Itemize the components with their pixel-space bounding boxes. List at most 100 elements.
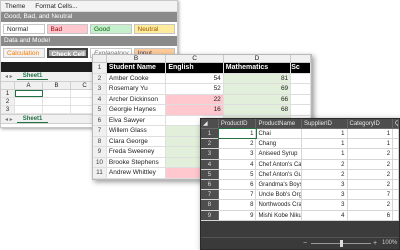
menu-format-cells[interactable]: Format Cells... [35, 3, 77, 10]
style-check-cell[interactable]: Check Cell [46, 48, 89, 58]
product-id-cell[interactable]: 4 [219, 159, 257, 169]
header-student-name[interactable]: Student Name [106, 63, 167, 73]
row-header[interactable]: 3 [201, 149, 219, 159]
product-id-cell[interactable]: 2 [219, 139, 257, 149]
student-name-cell[interactable]: Georgie Haynes [107, 105, 167, 115]
cell[interactable] [43, 106, 71, 113]
category-id-cell[interactable]: 6 [348, 210, 394, 220]
cell[interactable] [393, 200, 399, 210]
selected-cell-a1[interactable] [15, 90, 43, 97]
product-id-cell[interactable]: 3 [219, 149, 257, 159]
style-good[interactable]: Good [90, 24, 132, 34]
category-id-cell[interactable]: 2 [348, 149, 394, 159]
row-header[interactable]: 7 [93, 126, 107, 136]
cell[interactable] [43, 98, 71, 105]
col-header-c[interactable]: C [166, 55, 224, 62]
header-mathematics[interactable]: Mathematics [223, 63, 292, 73]
menu-theme[interactable]: Theme [5, 3, 25, 10]
col-header-e[interactable] [291, 55, 311, 62]
cell[interactable] [15, 106, 43, 113]
cell[interactable] [291, 105, 311, 115]
row-header[interactable]: 8 [93, 136, 107, 146]
supplier-id-cell[interactable]: 3 [302, 179, 348, 190]
row-header[interactable]: 6 [201, 179, 219, 190]
category-id-cell[interactable]: 2 [348, 169, 394, 179]
product-name-cell[interactable]: Mishi Kobe Niku [256, 210, 302, 220]
cell[interactable] [291, 73, 311, 83]
cell[interactable] [393, 169, 399, 179]
product-id-cell[interactable]: 7 [219, 190, 257, 200]
zoom-slider-thumb[interactable] [340, 240, 343, 247]
col-header-productname[interactable]: ProductName [256, 119, 302, 128]
supplier-id-cell[interactable]: 4 [302, 210, 348, 220]
product-name-cell[interactable]: Chang [256, 139, 302, 149]
col-header-productid[interactable]: ProductID [219, 119, 257, 128]
cell[interactable] [291, 84, 311, 94]
style-calculation[interactable]: Calculation [3, 48, 45, 58]
row-header[interactable]: 7 [201, 190, 219, 200]
col-header-categoryid[interactable]: CategoryID [348, 119, 394, 128]
zoom-out-icon[interactable]: − [303, 240, 307, 247]
cell[interactable] [393, 159, 399, 169]
category-id-cell[interactable]: 1 [348, 139, 394, 149]
product-name-cell[interactable]: Chai [256, 129, 302, 139]
cell[interactable] [15, 98, 43, 105]
row-header[interactable]: 2 [201, 139, 219, 149]
product-name-cell[interactable]: Aniseed Syrup [256, 149, 302, 159]
supplier-id-cell[interactable]: 2 [302, 169, 348, 179]
student-name-cell[interactable]: Amber Cooke [107, 73, 167, 83]
student-name-cell[interactable]: Andrew Whittley [107, 168, 167, 178]
row-header[interactable]: 9 [93, 147, 107, 157]
row-header[interactable]: 11 [93, 168, 107, 178]
cell[interactable] [393, 179, 399, 190]
math-score-cell[interactable]: 68 [223, 105, 292, 115]
row-header[interactable]: 2 [93, 73, 107, 83]
row-header-1[interactable]: 1 [93, 63, 107, 73]
product-name-cell[interactable]: Chef Anton's Caju [256, 159, 302, 169]
row-header[interactable]: 9 [201, 210, 219, 220]
product-id-cell[interactable]: 8 [219, 200, 257, 210]
row-header-2[interactable]: 2 [1, 98, 15, 105]
row-header[interactable]: 5 [93, 105, 107, 115]
tab-sheet1-bottom[interactable]: Sheet1 [16, 116, 49, 123]
supplier-id-cell[interactable]: 2 [302, 159, 348, 169]
row-header[interactable]: 1 [201, 129, 219, 139]
header-science[interactable]: Sc [291, 63, 311, 73]
cell[interactable] [393, 190, 399, 200]
cell[interactable] [393, 129, 399, 139]
row-header-3[interactable]: 3 [1, 106, 15, 113]
header-english[interactable]: English [166, 63, 224, 73]
cell[interactable] [393, 149, 399, 159]
english-score-cell[interactable]: 52 [166, 84, 224, 94]
row-header[interactable]: 6 [93, 115, 107, 125]
col-header-b[interactable]: B [43, 82, 71, 89]
row-header[interactable]: 4 [93, 94, 107, 104]
tab-sheet1[interactable]: Sheet1 [16, 73, 49, 80]
student-name-cell[interactable]: Elva Sawyer [107, 115, 167, 125]
row-header[interactable]: 3 [93, 84, 107, 94]
col-header-a[interactable]: A [15, 82, 43, 89]
math-score-cell[interactable]: 66 [223, 94, 292, 104]
math-score-cell[interactable]: 69 [223, 84, 292, 94]
product-name-cell[interactable]: Grandma's Boyse [256, 179, 302, 190]
style-normal[interactable]: Normal [3, 24, 45, 34]
category-id-cell[interactable]: 2 [348, 179, 394, 190]
row-header[interactable]: 5 [201, 169, 219, 179]
english-score-cell[interactable]: 22 [166, 94, 224, 104]
row-header[interactable]: 10 [93, 157, 107, 167]
category-id-cell[interactable]: 7 [348, 190, 394, 200]
col-header-d[interactable]: D [224, 55, 292, 62]
product-id-cell[interactable]: 1 [217, 127, 258, 140]
tab-nav-icon[interactable]: ◂ ▸ [5, 73, 13, 80]
english-score-cell[interactable]: 16 [166, 105, 224, 115]
row-header[interactable]: 4 [201, 159, 219, 169]
math-score-cell[interactable]: 81 [223, 73, 292, 83]
col-header-q[interactable]: Q [393, 119, 399, 128]
student-name-cell[interactable]: Brooke Stephens [107, 157, 167, 167]
tab-nav-icon[interactable]: ◂ ▸ [5, 116, 13, 123]
product-name-cell[interactable]: Chef Anton's Gum [256, 169, 302, 179]
category-id-cell[interactable]: 1 [348, 129, 394, 139]
category-id-cell[interactable]: 2 [348, 159, 394, 169]
style-neutral[interactable]: Neutral [133, 24, 175, 34]
supplier-id-cell[interactable]: 1 [302, 139, 348, 149]
